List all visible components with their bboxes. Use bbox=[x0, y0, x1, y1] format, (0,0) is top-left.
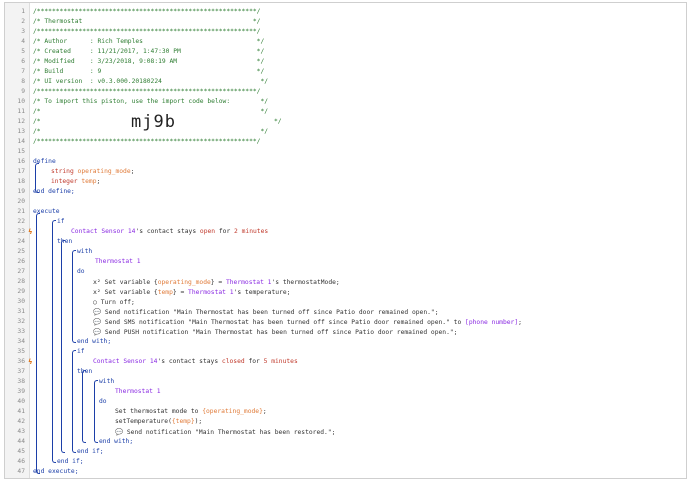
end-define-keyword[interactable]: end define; bbox=[33, 187, 75, 197]
variable-icon: x² bbox=[93, 278, 101, 286]
header-border: /***************************************… bbox=[33, 8, 261, 15]
device-name[interactable]: Thermostat 1 bbox=[95, 257, 141, 267]
power-icon: ○ bbox=[93, 298, 97, 306]
bolt-icon: ϟ bbox=[28, 358, 33, 366]
set-thermostat-mode-action[interactable]: Set thermostat mode to {operating_mode}; bbox=[115, 407, 267, 417]
phone-number: [phone number] bbox=[465, 319, 519, 326]
header-created: /* Created : 11/21/2017, 1:47:30 PM */ bbox=[33, 48, 265, 55]
if-keyword[interactable]: if bbox=[57, 217, 65, 227]
speech-bubble-icon: 💬 bbox=[93, 318, 102, 326]
header-build: /* Build : 9 */ bbox=[33, 68, 265, 75]
if-block-bracket bbox=[72, 350, 76, 453]
then-block-bracket bbox=[61, 240, 65, 453]
end-if-keyword[interactable]: end if; bbox=[77, 447, 104, 457]
header-border: /***************************************… bbox=[33, 88, 261, 95]
do-keyword[interactable]: do bbox=[99, 397, 107, 407]
speech-bubble-icon: 💬 bbox=[115, 428, 124, 436]
header-border: /***************************************… bbox=[33, 28, 261, 35]
header-code-suffix: */ bbox=[274, 118, 282, 125]
condition[interactable]: Contact Sensor 14's contact stays open f… bbox=[71, 227, 268, 237]
bolt-icon: ϟ bbox=[28, 228, 33, 236]
end-if-keyword[interactable]: end if; bbox=[57, 457, 84, 467]
send-notification-action[interactable]: 💬 Send notification "Main Thermostat has… bbox=[115, 427, 335, 438]
condition[interactable]: Contact Sensor 14's contact stays closed… bbox=[93, 357, 298, 367]
piston-code-viewer: 1 2 3 4 5 6 7 8 9 10 11 12 13 14 15 16 17 18 19 20 21 22 23 24 2… bbox=[4, 2, 687, 479]
header-ui-version: /* UI version : v0.3.000.20180224 */ bbox=[33, 78, 269, 85]
with-block-bracket bbox=[72, 250, 76, 343]
send-push-action[interactable]: 💬 Send PUSH notification "Main Thermosta… bbox=[93, 327, 457, 338]
execute-block-bracket bbox=[36, 213, 40, 474]
if-keyword[interactable]: if bbox=[77, 347, 85, 357]
with-block-bracket bbox=[94, 380, 98, 443]
variable-name: temp bbox=[81, 178, 97, 185]
variable-icon: x² bbox=[93, 288, 101, 296]
header-title: /* Thermostat */ bbox=[33, 18, 261, 25]
piston-code: /***************************************… bbox=[5, 3, 686, 478]
do-keyword[interactable]: do bbox=[77, 267, 85, 277]
variable-name: operating_mode bbox=[77, 168, 131, 175]
header-border: /***************************************… bbox=[33, 138, 261, 145]
variable-declaration[interactable]: string operating_mode; bbox=[51, 167, 134, 177]
speech-bubble-icon: 💬 bbox=[93, 328, 102, 336]
then-block-bracket bbox=[82, 370, 86, 443]
variable-type: integer bbox=[51, 178, 78, 185]
with-keyword[interactable]: with bbox=[99, 377, 114, 387]
header-import-note: /* To import this piston, use the import… bbox=[33, 98, 269, 105]
header-empty: /* */ bbox=[33, 128, 269, 135]
with-keyword[interactable]: with bbox=[77, 247, 92, 257]
if-block-bracket bbox=[52, 220, 56, 463]
header-code-prefix: /* bbox=[33, 118, 41, 125]
device-name: Contact Sensor 14 bbox=[93, 358, 158, 365]
speech-bubble-icon: 💬 bbox=[93, 308, 102, 316]
device-name[interactable]: Thermostat 1 bbox=[115, 387, 161, 397]
header-modified: /* Modified : 3/23/2018, 9:08:19 AM */ bbox=[33, 58, 265, 65]
variable-type: string bbox=[51, 168, 74, 175]
end-with-keyword[interactable]: end with; bbox=[99, 437, 133, 447]
define-block-bracket bbox=[35, 163, 39, 193]
header-author: /* Author : Rich Temples */ bbox=[33, 38, 265, 45]
end-with-keyword[interactable]: end with; bbox=[77, 337, 111, 347]
variable-declaration[interactable]: integer temp; bbox=[51, 177, 100, 187]
set-temperature-action[interactable]: setTemperature({temp}); bbox=[115, 417, 202, 427]
device-name: Contact Sensor 14 bbox=[71, 228, 136, 235]
